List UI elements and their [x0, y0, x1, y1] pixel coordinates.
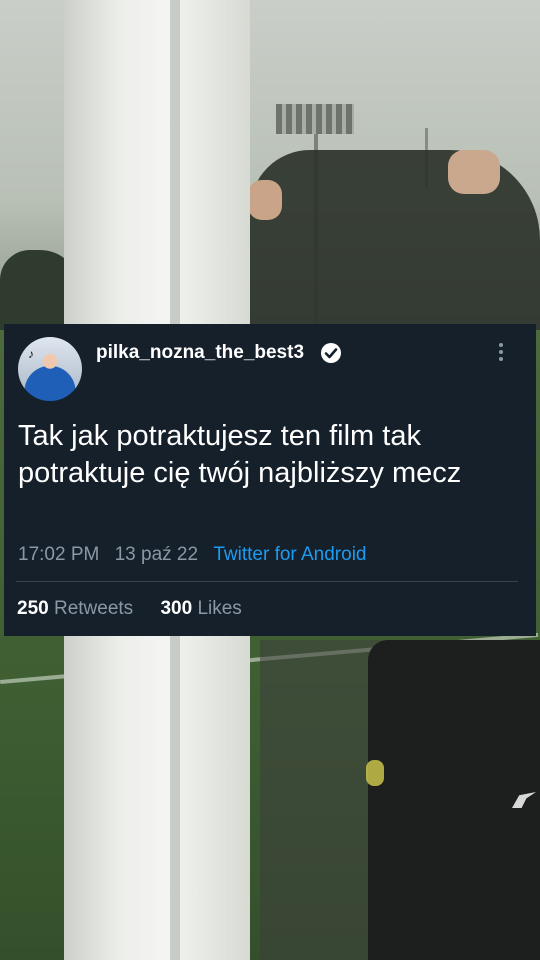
likes-stat[interactable]: 300 Likes — [160, 598, 241, 619]
likes-label: Likes — [197, 598, 242, 619]
tweet-card: ♪ pilka_nozna_the_best3 Tak jak potraktu… — [4, 324, 536, 636]
tweet-stats: 250 Retweets 300 Likes — [17, 598, 242, 620]
tweet-date: 13 paź 22 — [114, 544, 199, 565]
divider — [16, 581, 518, 582]
more-options-icon[interactable] — [494, 340, 508, 366]
floodlight — [276, 104, 354, 134]
likes-count: 300 — [160, 598, 193, 619]
tweet-text: Tak jak potraktujesz ten film tak potrak… — [18, 420, 462, 489]
person-hand-left — [248, 180, 282, 220]
avatar[interactable]: ♪ — [18, 337, 82, 401]
verified-badge-icon — [321, 343, 341, 363]
tweet-time: 17:02 PM — [18, 544, 100, 565]
tweet-meta: 17:02 PM 13 paź 22 Twitter for Android — [18, 544, 366, 566]
retweets-count: 250 — [17, 598, 49, 619]
username[interactable]: pilka_nozna_the_best3 — [96, 342, 304, 364]
retweets-label: Retweets — [53, 598, 134, 619]
retweets-stat[interactable]: 250 Retweets — [17, 598, 133, 619]
club-crest — [366, 760, 384, 786]
tiktok-icon: ♪ — [28, 347, 34, 361]
tweet-source-link[interactable]: Twitter for Android — [213, 544, 366, 565]
person-hand-right — [448, 150, 500, 194]
person-legs — [368, 640, 540, 960]
